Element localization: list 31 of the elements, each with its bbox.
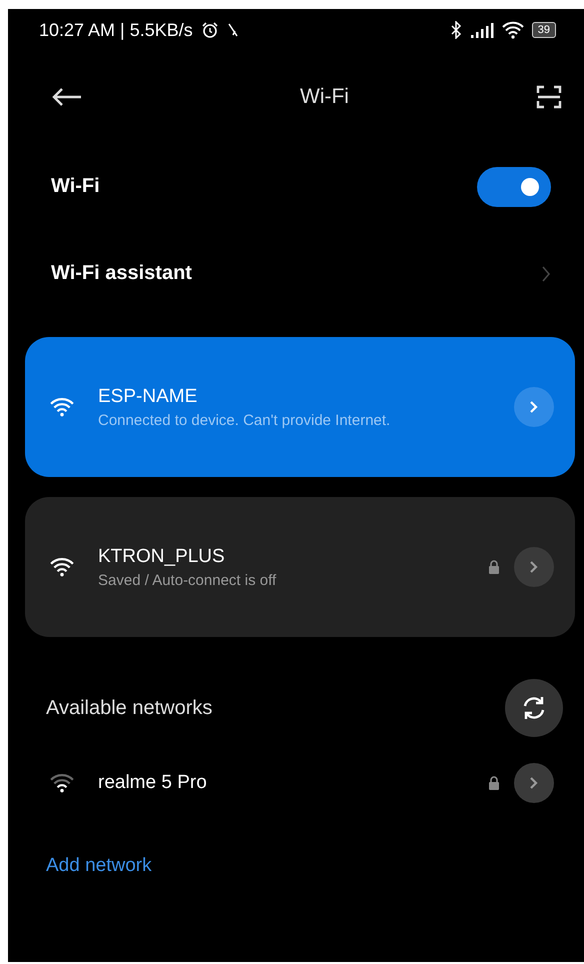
wifi-toggle[interactable] (477, 166, 551, 206)
battery-indicator: 39 (532, 22, 556, 38)
signal-icon (470, 22, 494, 38)
page-title: Wi-Fi (300, 85, 349, 109)
chevron-icon (529, 560, 539, 574)
details-button[interactable] (514, 387, 554, 427)
network-name: KTRON_PLUS (98, 546, 226, 568)
network-status: Saved / Auto-connect is off (98, 572, 278, 588)
wifi-icon (50, 773, 74, 793)
network-card[interactable]: KTRON_PLUS Saved / Auto-connect is off (25, 497, 575, 637)
bluetooth-icon (450, 21, 462, 39)
scan-icon[interactable] (536, 84, 562, 110)
status-time: 10:27 AM | 5.5KB/s (39, 20, 193, 40)
network-card[interactable]: ESP-NAME Connected to device. Can't provide Internet. (25, 337, 575, 477)
details-button[interactable] (514, 763, 554, 803)
setting-label: Wi-Fi assistant (51, 262, 192, 285)
wifi-icon (50, 557, 74, 577)
add-network-link[interactable]: Add network (8, 855, 152, 877)
chevron-icon (529, 400, 539, 414)
section-title: Available networks (46, 696, 212, 720)
network-name[interactable]: realme 5 Pro (98, 772, 474, 794)
network-name: ESP-NAME (98, 386, 198, 408)
back-arrow-icon[interactable] (51, 87, 83, 107)
chevron-icon (529, 776, 539, 790)
details-button[interactable] (514, 547, 554, 587)
setting-label: Wi-Fi (51, 175, 100, 198)
slash-icon (226, 22, 239, 38)
alarm-icon (200, 21, 219, 39)
network-status: Connected to device. Can't provide Internet. (98, 412, 392, 428)
wifi-icon (50, 397, 74, 417)
wifi-icon (502, 21, 524, 39)
